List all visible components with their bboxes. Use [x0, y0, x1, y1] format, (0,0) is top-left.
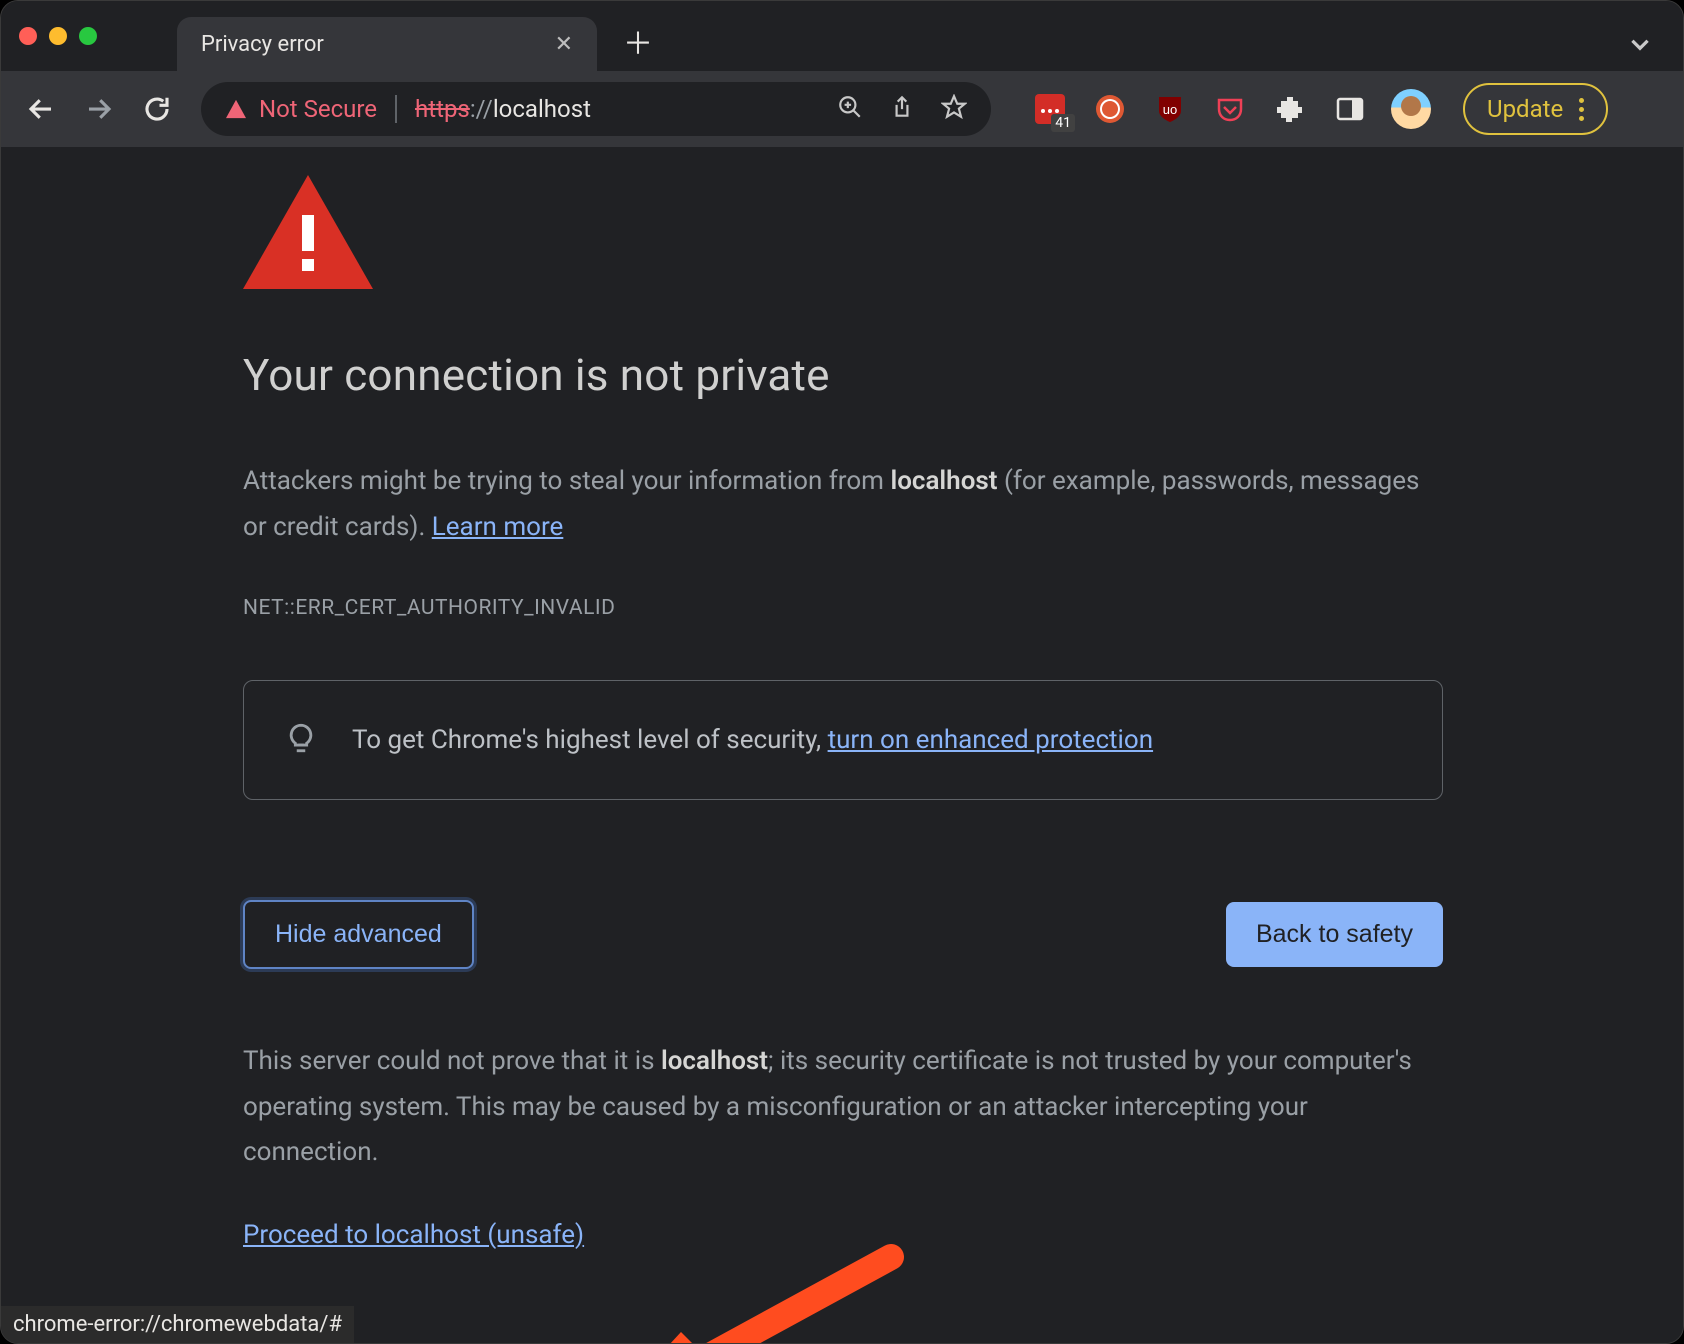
nav-reload-button[interactable]	[137, 89, 177, 129]
tabs-dropdown-button[interactable]	[1627, 31, 1653, 61]
nav-forward-button[interactable]	[79, 89, 119, 129]
extension-badge: 41	[1051, 114, 1075, 132]
url-display: https://localhost	[415, 95, 591, 123]
url-scheme-sep: ://	[470, 95, 493, 123]
promo-text: To get Chrome's highest level of securit…	[352, 725, 1153, 755]
back-to-safety-button[interactable]: Back to safety	[1226, 902, 1443, 967]
status-bar: chrome-error://chromewebdata/#	[1, 1306, 354, 1343]
lightbulb-icon	[284, 721, 318, 759]
profile-avatar[interactable]	[1391, 89, 1431, 129]
warning-triangle-icon	[243, 175, 1443, 289]
window-minimize-button[interactable]	[49, 27, 67, 45]
omnibox-separator	[395, 95, 397, 123]
browser-window: Privacy error ✕ ＋ Not Secure https://loc…	[0, 0, 1684, 1344]
tab-strip: Privacy error ✕ ＋	[1, 1, 1683, 71]
nav-back-button[interactable]	[21, 89, 61, 129]
svg-text:uo: uo	[1163, 102, 1177, 117]
extension-row: 41 uo	[1033, 92, 1367, 126]
update-button[interactable]: Update	[1463, 83, 1608, 135]
learn-more-link[interactable]: Learn more	[432, 512, 564, 542]
warning-host: localhost	[890, 466, 997, 496]
proceed-unsafe-link[interactable]: Proceed to localhost (unsafe)	[243, 1220, 584, 1250]
hide-advanced-button[interactable]: Hide advanced	[243, 900, 474, 969]
update-button-label: Update	[1487, 95, 1563, 123]
share-icon[interactable]	[889, 94, 915, 124]
new-tab-button[interactable]: ＋	[623, 19, 653, 63]
page-heading: Your connection is not private	[243, 349, 1443, 401]
advanced-paragraph: This server could not prove that it is l…	[243, 1039, 1443, 1176]
security-indicator[interactable]: Not Secure	[225, 95, 377, 123]
window-close-button[interactable]	[19, 27, 37, 45]
extension-lastpass[interactable]: 41	[1033, 92, 1067, 126]
warning-paragraph: Attackers might be trying to steal your …	[243, 459, 1443, 550]
kebab-menu-icon[interactable]	[1579, 98, 1584, 121]
warning-triangle-icon	[225, 99, 247, 119]
interstitial-panel: Your connection is not private Attackers…	[243, 175, 1443, 1250]
enhanced-protection-link[interactable]: turn on enhanced protection	[828, 725, 1153, 755]
error-code: NET::ERR_CERT_AUTHORITY_INVALID	[243, 596, 1443, 620]
url-host: localhost	[493, 95, 591, 123]
enhanced-protection-promo: To get Chrome's highest level of securit…	[243, 680, 1443, 800]
window-controls	[19, 27, 97, 45]
browser-tab[interactable]: Privacy error ✕	[177, 17, 597, 71]
annotation-arrow-icon	[611, 1237, 911, 1344]
tab-close-button[interactable]: ✕	[555, 32, 573, 57]
page-content: Your connection is not private Attackers…	[1, 147, 1683, 1343]
side-panel-icon[interactable]	[1333, 92, 1367, 126]
omnibox[interactable]: Not Secure https://localhost	[201, 82, 991, 136]
toolbar: Not Secure https://localhost 41 uo	[1, 71, 1683, 147]
button-row: Hide advanced Back to safety	[243, 900, 1443, 969]
extension-ublock[interactable]: uo	[1153, 92, 1187, 126]
zoom-icon[interactable]	[837, 94, 863, 124]
tab-title: Privacy error	[201, 32, 324, 57]
security-label: Not Secure	[259, 95, 377, 123]
extension-pocket[interactable]	[1213, 92, 1247, 126]
bookmark-star-icon[interactable]	[941, 94, 967, 124]
extension-duckduckgo[interactable]	[1093, 92, 1127, 126]
proceed-row: Proceed to localhost (unsafe)	[243, 1220, 1443, 1250]
extensions-menu-icon[interactable]	[1273, 92, 1307, 126]
window-zoom-button[interactable]	[79, 27, 97, 45]
url-scheme: https	[415, 95, 470, 123]
